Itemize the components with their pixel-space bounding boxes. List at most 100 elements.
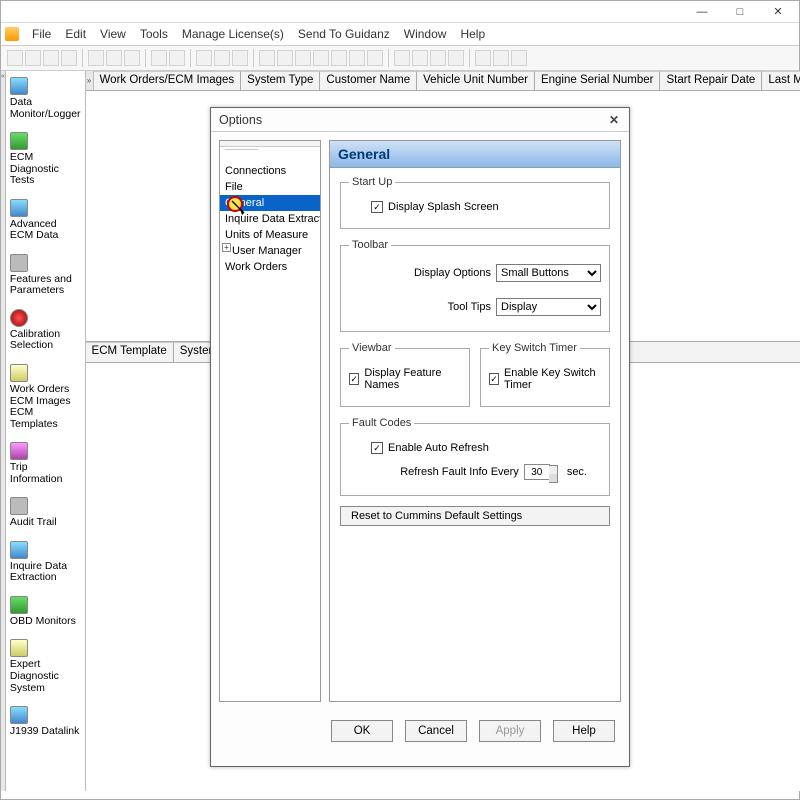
tool-btn[interactable] <box>106 50 122 66</box>
tool-btn[interactable] <box>196 50 212 66</box>
viewbar-item[interactable]: OBD Monitors <box>6 592 85 636</box>
tree-item-units[interactable]: Units of Measure <box>220 227 320 243</box>
viewbar-item[interactable]: Trip Information <box>6 438 85 493</box>
app-icon <box>5 27 19 41</box>
keyswitch-legend: Key Switch Timer <box>489 342 580 354</box>
trip-icon <box>10 442 28 460</box>
tool-btn[interactable] <box>394 50 410 66</box>
autorefresh-checkbox[interactable]: ✓ <box>371 442 383 454</box>
viewbar-item[interactable]: Work Orders ECM Images ECM Templates <box>6 360 85 438</box>
obd-icon <box>10 596 28 614</box>
viewbar-item[interactable]: J1939 Datalink <box>6 702 85 746</box>
menubar: File Edit View Tools Manage License(s) S… <box>1 23 799 45</box>
tool-btn[interactable] <box>331 50 347 66</box>
viewbar-item[interactable]: Features and Parameters <box>6 250 85 305</box>
tool-btn[interactable] <box>88 50 104 66</box>
tool-btn[interactable] <box>475 50 491 66</box>
tool-btn[interactable] <box>295 50 311 66</box>
splash-checkbox[interactable]: ✓ <box>371 201 383 213</box>
tool-btn[interactable] <box>25 50 41 66</box>
viewbar-item[interactable]: Advanced ECM Data <box>6 195 85 250</box>
tool-btn[interactable] <box>259 50 275 66</box>
tab[interactable]: ECM Template <box>86 342 174 362</box>
viewbar-item[interactable]: ECM Diagnostic Tests <box>6 128 85 195</box>
tool-btn[interactable] <box>367 50 383 66</box>
maximize-button[interactable]: □ <box>729 4 751 20</box>
startup-legend: Start Up <box>349 176 395 188</box>
feature-names-label: Display Feature Names <box>364 367 461 391</box>
tool-btn[interactable] <box>214 50 230 66</box>
menu-edit[interactable]: Edit <box>58 25 93 43</box>
diagnostic-icon <box>10 132 28 150</box>
viewbar-legend: Viewbar <box>349 342 395 354</box>
reset-defaults-button[interactable]: Reset to Cummins Default Settings <box>340 506 610 526</box>
tool-btn[interactable] <box>313 50 329 66</box>
col-header[interactable]: Vehicle Unit Number <box>417 71 535 90</box>
minimize-button[interactable]: — <box>691 4 713 20</box>
tree-expand-icon[interactable]: + <box>222 243 231 252</box>
viewbar-item[interactable]: Audit Trail <box>6 493 85 537</box>
col-header[interactable]: Work Orders/ECM Images <box>94 71 242 90</box>
viewbar-item[interactable]: Data Monitor/Logger <box>6 73 85 128</box>
viewbar-item[interactable]: Expert Diagnostic System <box>6 635 85 702</box>
menu-guidanz[interactable]: Send To Guidanz <box>291 25 397 43</box>
tree-item-workorders[interactable]: Work Orders <box>220 259 320 275</box>
tree-item-file[interactable]: File <box>220 179 320 195</box>
tool-btn[interactable] <box>124 50 140 66</box>
datalink-icon <box>10 706 28 724</box>
viewbar-group: Viewbar ✓ Display Feature Names <box>340 342 470 407</box>
tree-item-usermanager[interactable]: User Manager <box>220 243 320 259</box>
col-header[interactable]: System Type <box>241 71 320 90</box>
app-window: — □ ✕ File Edit View Tools Manage Licens… <box>0 0 800 800</box>
sec-label: sec. <box>567 466 587 478</box>
tooltips-combo[interactable]: Display <box>496 298 601 316</box>
display-options-combo[interactable]: Small Buttons <box>496 264 601 282</box>
tool-btn[interactable] <box>61 50 77 66</box>
tool-btn[interactable] <box>232 50 248 66</box>
menu-licenses[interactable]: Manage License(s) <box>175 25 291 43</box>
tool-btn[interactable] <box>493 50 509 66</box>
tool-btn[interactable] <box>412 50 428 66</box>
options-dialog: Options ✕ ‾‾‾‾‾‾‾‾‾ Connections File Gen… <box>210 107 630 767</box>
menu-file[interactable]: File <box>25 25 58 43</box>
tool-btn[interactable] <box>430 50 446 66</box>
col-header[interactable]: Last Modified Date <box>762 71 800 90</box>
col-header[interactable]: Customer Name <box>320 71 417 90</box>
tool-btn[interactable] <box>7 50 23 66</box>
apply-button[interactable]: Apply <box>479 720 541 742</box>
tool-btn[interactable] <box>349 50 365 66</box>
toolbar-legend: Toolbar <box>349 239 391 251</box>
toolbar <box>1 45 799 71</box>
tool-btn[interactable] <box>169 50 185 66</box>
params-icon <box>10 254 28 272</box>
ok-button[interactable]: OK <box>331 720 393 742</box>
tool-btn[interactable] <box>511 50 527 66</box>
viewbar-item[interactable]: Inquire Data Extraction <box>6 537 85 592</box>
tree-item-connections[interactable]: Connections <box>220 163 320 179</box>
keyswitch-checkbox[interactable]: ✓ <box>489 373 499 385</box>
calibration-icon <box>10 309 28 327</box>
tool-btn[interactable] <box>277 50 293 66</box>
feature-names-checkbox[interactable]: ✓ <box>349 373 359 385</box>
tool-btn[interactable] <box>151 50 167 66</box>
col-header[interactable]: Engine Serial Number <box>535 71 661 90</box>
close-button[interactable]: ✕ <box>767 4 789 20</box>
menu-window[interactable]: Window <box>397 25 454 43</box>
titlebar: — □ ✕ <box>1 1 799 23</box>
expand-splitter[interactable]: » <box>86 71 94 90</box>
tool-btn[interactable] <box>448 50 464 66</box>
refresh-spinner[interactable]: 30 <box>524 464 550 480</box>
display-options-label: Display Options <box>414 267 491 279</box>
menu-help[interactable]: Help <box>453 25 492 43</box>
menu-view[interactable]: View <box>93 25 133 43</box>
panel-heading: General <box>330 141 620 168</box>
cancel-button[interactable]: Cancel <box>405 720 467 742</box>
col-header[interactable]: Start Repair Date <box>660 71 762 90</box>
cursor-highlight-icon <box>226 195 248 217</box>
help-button[interactable]: Help <box>553 720 615 742</box>
tree-item-hidden[interactable]: ‾‾‾‾‾‾‾‾‾ <box>220 147 320 163</box>
menu-tools[interactable]: Tools <box>133 25 175 43</box>
dialog-close-button[interactable]: ✕ <box>607 113 621 127</box>
tool-btn[interactable] <box>43 50 59 66</box>
viewbar-item[interactable]: Calibration Selection <box>6 305 85 360</box>
